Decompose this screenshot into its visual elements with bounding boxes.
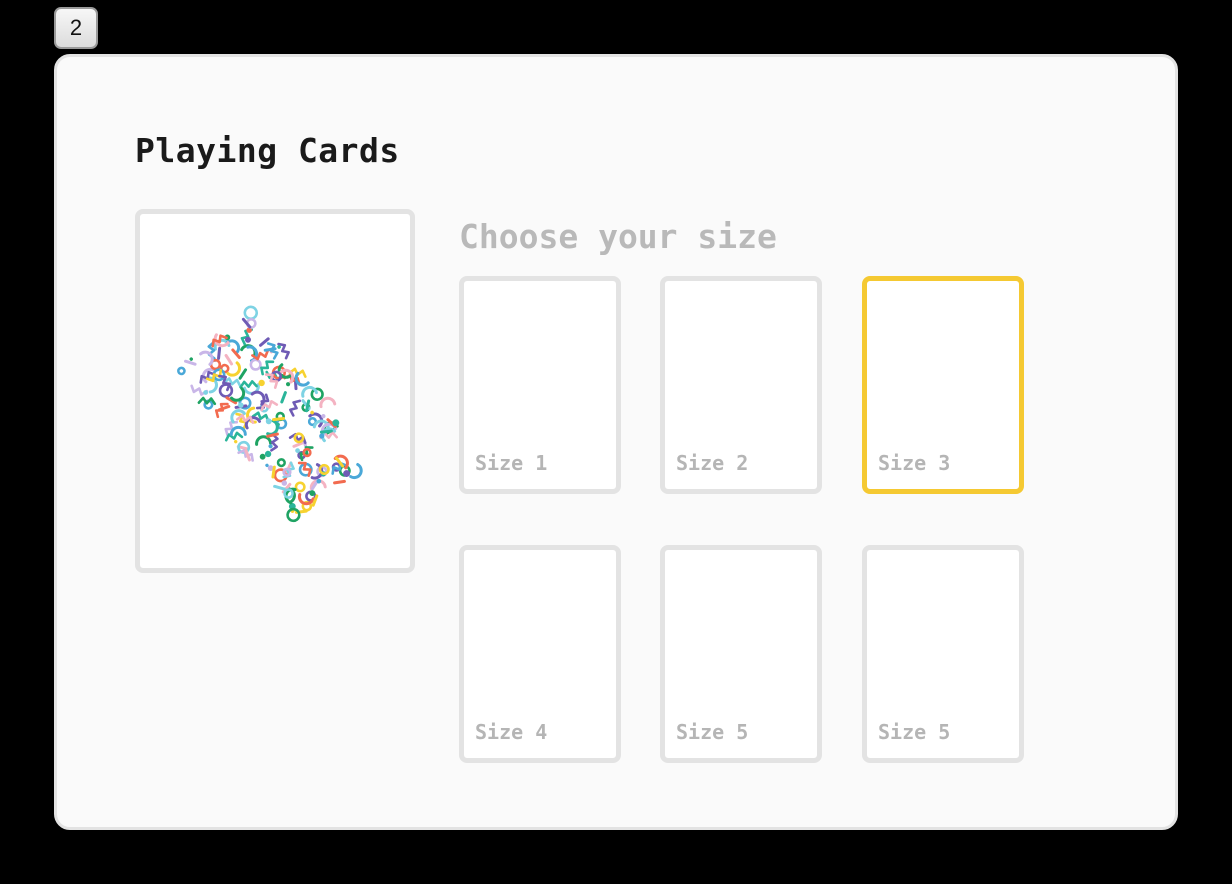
confetti-shape [272, 417, 286, 422]
confetti-shape [244, 449, 251, 462]
size-option-label: Size 5 [676, 720, 749, 744]
confetti-shape [177, 366, 186, 376]
confetti-shape [217, 346, 222, 360]
size-option-3[interactable]: Size 3 [862, 276, 1024, 494]
confetti-shape [263, 347, 277, 352]
confetti-shape [238, 368, 248, 380]
confetti-shape [250, 390, 266, 406]
confetti-shape [189, 357, 193, 361]
confetti-shape [280, 391, 287, 404]
size-option-6[interactable]: Size 5 [862, 545, 1024, 763]
confetti-shape [305, 399, 311, 413]
size-option-5[interactable]: Size 5 [660, 545, 822, 763]
confetti-shape [294, 481, 306, 493]
size-option-2[interactable]: Size 2 [660, 276, 822, 494]
card-preview [135, 209, 415, 573]
confetti-shape [286, 507, 301, 523]
size-option-label: Size 3 [878, 451, 951, 475]
confetti-shape [289, 399, 302, 417]
confetti-shape [301, 385, 318, 398]
confetti-shape [349, 463, 363, 480]
confetti-pattern-image [177, 305, 363, 523]
confetti-shape [271, 465, 276, 479]
confetti-shape [333, 479, 346, 485]
step-number-badge: 2 [54, 7, 98, 49]
confetti-shape [230, 387, 246, 402]
confetti-shape [184, 359, 197, 366]
size-option-1[interactable]: Size 1 [459, 276, 621, 494]
confetti-shape [239, 380, 258, 389]
size-option-label: Size 5 [878, 720, 951, 744]
confetti-shape [270, 433, 279, 452]
size-section-heading: Choose your size [459, 217, 777, 256]
confetti-shape [224, 354, 234, 366]
page-title: Playing Cards [135, 131, 400, 170]
size-option-4[interactable]: Size 4 [459, 545, 621, 763]
confetti-shape [319, 429, 333, 434]
confetti-shape [233, 439, 238, 444]
confetti-shape [273, 484, 286, 491]
confetti-shape [276, 458, 286, 468]
confetti-shape [277, 342, 290, 360]
product-panel: Playing Cards Choose your size Size 1 Si… [54, 54, 1178, 830]
confetti-shape [259, 337, 270, 347]
size-option-label: Size 4 [475, 720, 548, 744]
size-option-label: Size 1 [475, 451, 548, 475]
size-option-label: Size 2 [676, 451, 749, 475]
confetti-shape [203, 390, 209, 395]
